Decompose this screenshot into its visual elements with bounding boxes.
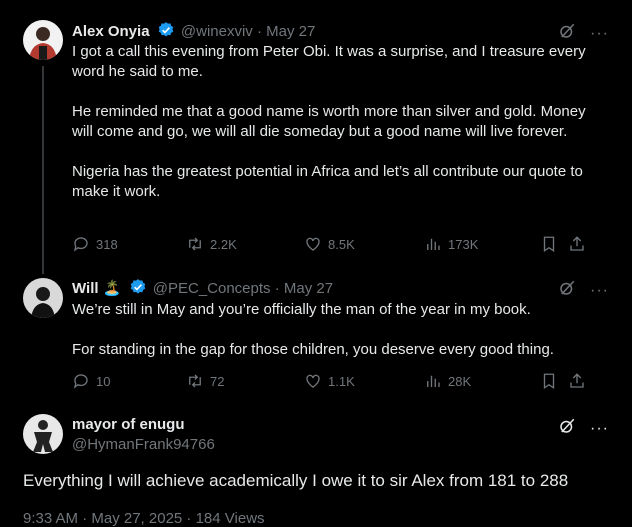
bookmark-icon bbox=[543, 236, 555, 253]
bookmark-button[interactable] bbox=[540, 235, 558, 253]
tweet-top-actions: ··· bbox=[558, 417, 609, 440]
more-options-icon[interactable]: ··· bbox=[590, 420, 609, 438]
tweet-date[interactable]: May 27 bbox=[266, 23, 315, 40]
tweet-will[interactable]: Will 🏝️ @PEC_Concepts · May 27 ··· We’re… bbox=[0, 262, 632, 400]
tweet-actions: 318 2.2K 8.5K 173K bbox=[72, 235, 592, 255]
heart-icon bbox=[306, 374, 320, 388]
grok-icon[interactable] bbox=[558, 279, 576, 302]
tweet-paragraph: He reminded me that a good name is worth… bbox=[72, 103, 586, 140]
avatar[interactable] bbox=[23, 414, 63, 454]
reply-count: 318 bbox=[96, 236, 118, 252]
tweet-timestamp[interactable]: 9:33 AM · May 27, 2025 · 184 Views bbox=[23, 510, 265, 527]
bar-chart-icon bbox=[427, 375, 440, 387]
views-button[interactable]: 28K bbox=[424, 372, 471, 390]
like-button[interactable]: 1.1K bbox=[304, 372, 355, 390]
palm-island-emoji-icon: 🏝️ bbox=[102, 280, 122, 297]
separator-dot: · bbox=[256, 23, 262, 40]
grok-icon[interactable] bbox=[558, 417, 576, 440]
like-count: 1.1K bbox=[328, 373, 355, 389]
bar-chart-icon bbox=[427, 238, 440, 250]
author-handle[interactable]: @winexviv bbox=[181, 23, 253, 40]
share-button[interactable] bbox=[568, 372, 586, 390]
like-button[interactable]: 8.5K bbox=[304, 235, 355, 253]
thread-line bbox=[42, 66, 44, 274]
repost-icon bbox=[189, 374, 201, 388]
repost-count: 72 bbox=[210, 373, 225, 389]
tweet-header: mayor of enugu bbox=[72, 415, 185, 435]
views-button[interactable]: 173K bbox=[424, 235, 478, 253]
reply-button[interactable]: 318 bbox=[72, 235, 118, 253]
author-name[interactable]: Will bbox=[72, 280, 99, 297]
reply-icon bbox=[73, 237, 88, 252]
bookmark-button[interactable] bbox=[540, 372, 558, 390]
tweet-top-actions: ··· bbox=[558, 279, 609, 302]
author-handle[interactable]: @PEC_Concepts bbox=[153, 280, 271, 297]
author-name[interactable]: mayor of enugu bbox=[72, 416, 185, 433]
views-count: 28K bbox=[448, 373, 472, 389]
tweet-alex-onyia[interactable]: Alex Onyia @winexviv · May 27 ··· I got … bbox=[0, 0, 632, 274]
tweet-text: I got a call this evening from Peter Obi… bbox=[72, 42, 592, 222]
more-options-icon[interactable]: ··· bbox=[590, 25, 609, 43]
repost-button[interactable]: 72 bbox=[186, 372, 224, 390]
repost-icon bbox=[189, 237, 201, 251]
share-button[interactable] bbox=[568, 235, 586, 253]
bookmark-icon bbox=[543, 373, 555, 390]
avatar[interactable] bbox=[23, 20, 63, 60]
author-handle[interactable]: @HymanFrank94766 bbox=[72, 435, 215, 455]
reply-icon bbox=[73, 374, 88, 389]
tweet-paragraph: I got a call this evening from Peter Obi… bbox=[72, 43, 586, 80]
like-count: 8.5K bbox=[328, 236, 355, 252]
repost-button[interactable]: 2.2K bbox=[186, 235, 237, 253]
reply-button[interactable]: 10 bbox=[72, 372, 110, 390]
tweet-header: Will 🏝️ @PEC_Concepts · May 27 bbox=[72, 278, 333, 302]
heart-icon bbox=[306, 237, 320, 251]
more-options-icon[interactable]: ··· bbox=[590, 282, 609, 300]
reply-count: 10 bbox=[96, 373, 111, 389]
separator-dot: · bbox=[274, 280, 280, 297]
avatar[interactable] bbox=[23, 278, 63, 318]
tweet-actions: 10 72 1.1K 28K bbox=[72, 372, 592, 392]
repost-count: 2.2K bbox=[210, 236, 237, 252]
author-name[interactable]: Alex Onyia bbox=[72, 23, 150, 40]
views-count: 173K bbox=[448, 236, 479, 252]
tweet-paragraph: Nigeria has the greatest potential in Af… bbox=[72, 163, 583, 200]
tweet-paragraph: For standing in the gap for those childr… bbox=[72, 341, 554, 358]
tweet-text: We’re still in May and you’re officially… bbox=[72, 300, 592, 380]
tweet-paragraph: We’re still in May and you’re officially… bbox=[72, 301, 531, 318]
tweet-text: Everything I will achieve academically I… bbox=[23, 471, 569, 490]
verified-badge-icon bbox=[129, 278, 147, 302]
share-icon bbox=[570, 373, 584, 388]
tweet-mayor-of-enugu[interactable]: mayor of enugu @HymanFrank94766 ··· Ever… bbox=[0, 400, 632, 527]
tweet-date[interactable]: May 27 bbox=[284, 280, 333, 297]
share-icon bbox=[570, 236, 584, 251]
